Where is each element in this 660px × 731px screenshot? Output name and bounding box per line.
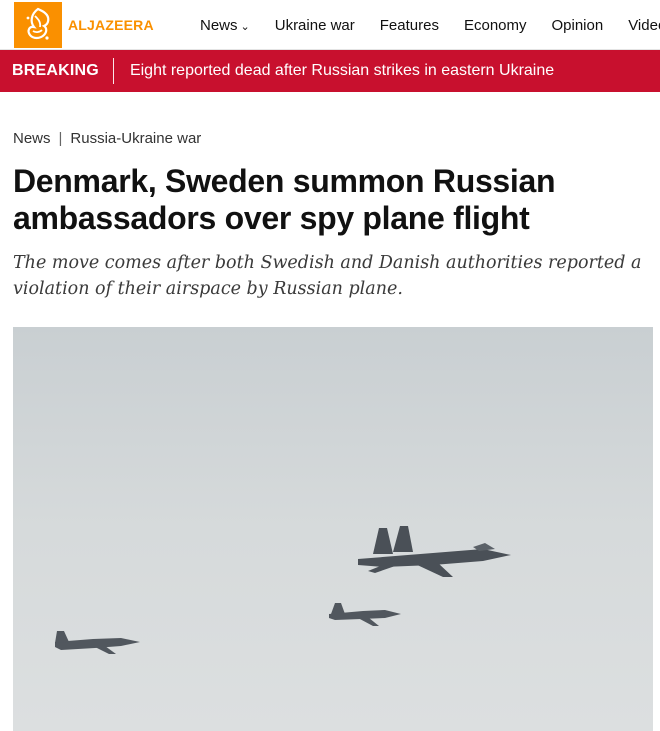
main-nav: News ⌄ Ukraine war Features Economy Opin… [200, 0, 660, 50]
fighter-jets-photo [13, 327, 653, 731]
nav-item-label: Economy [463, 16, 527, 34]
nav-item-label: Opinion [551, 16, 604, 34]
breadcrumb-topic[interactable]: Russia-Ukraine war [70, 130, 201, 147]
nav-item-economy[interactable]: Economy [464, 17, 527, 34]
nav-item-label: News [200, 16, 238, 34]
breaking-headline-link[interactable]: Eight reported dead after Russian strike… [130, 62, 554, 80]
chevron-down-icon: ⌄ [240, 20, 250, 33]
breadcrumb-news[interactable]: News [13, 130, 51, 147]
nav-item-label: Features [379, 16, 439, 34]
hero-image[interactable] [13, 327, 653, 731]
breadcrumb: News | Russia-Ukraine war [13, 130, 201, 147]
nav-item-label: Ukraine war [274, 16, 355, 34]
article-headline: Denmark, Sweden summon Russian ambassado… [13, 163, 556, 236]
nav-item-label: Video [628, 16, 660, 34]
breadcrumb-divider: | [58, 130, 63, 147]
breaking-news-bar[interactable]: BREAKING Eight reported dead after Russi… [0, 50, 660, 92]
site-logo[interactable]: ALJAZEERA [14, 2, 154, 48]
logo-wordmark: ALJAZEERA [68, 17, 154, 33]
site-header: ALJAZEERA News ⌄ Ukraine war Features Ec… [0, 0, 660, 50]
breaking-label: BREAKING [12, 62, 99, 79]
nav-item-features[interactable]: Features [380, 17, 439, 34]
nav-item-ukraine-war[interactable]: Ukraine war [275, 17, 355, 34]
breaking-divider [112, 58, 114, 84]
nav-item-video[interactable]: Video [628, 17, 660, 34]
nav-item-news[interactable]: News ⌄ [200, 17, 250, 34]
nav-item-opinion[interactable]: Opinion [552, 17, 604, 34]
article-subheading: The move comes after both Swedish and Da… [13, 253, 642, 299]
aljazeera-logo-icon [14, 2, 62, 48]
